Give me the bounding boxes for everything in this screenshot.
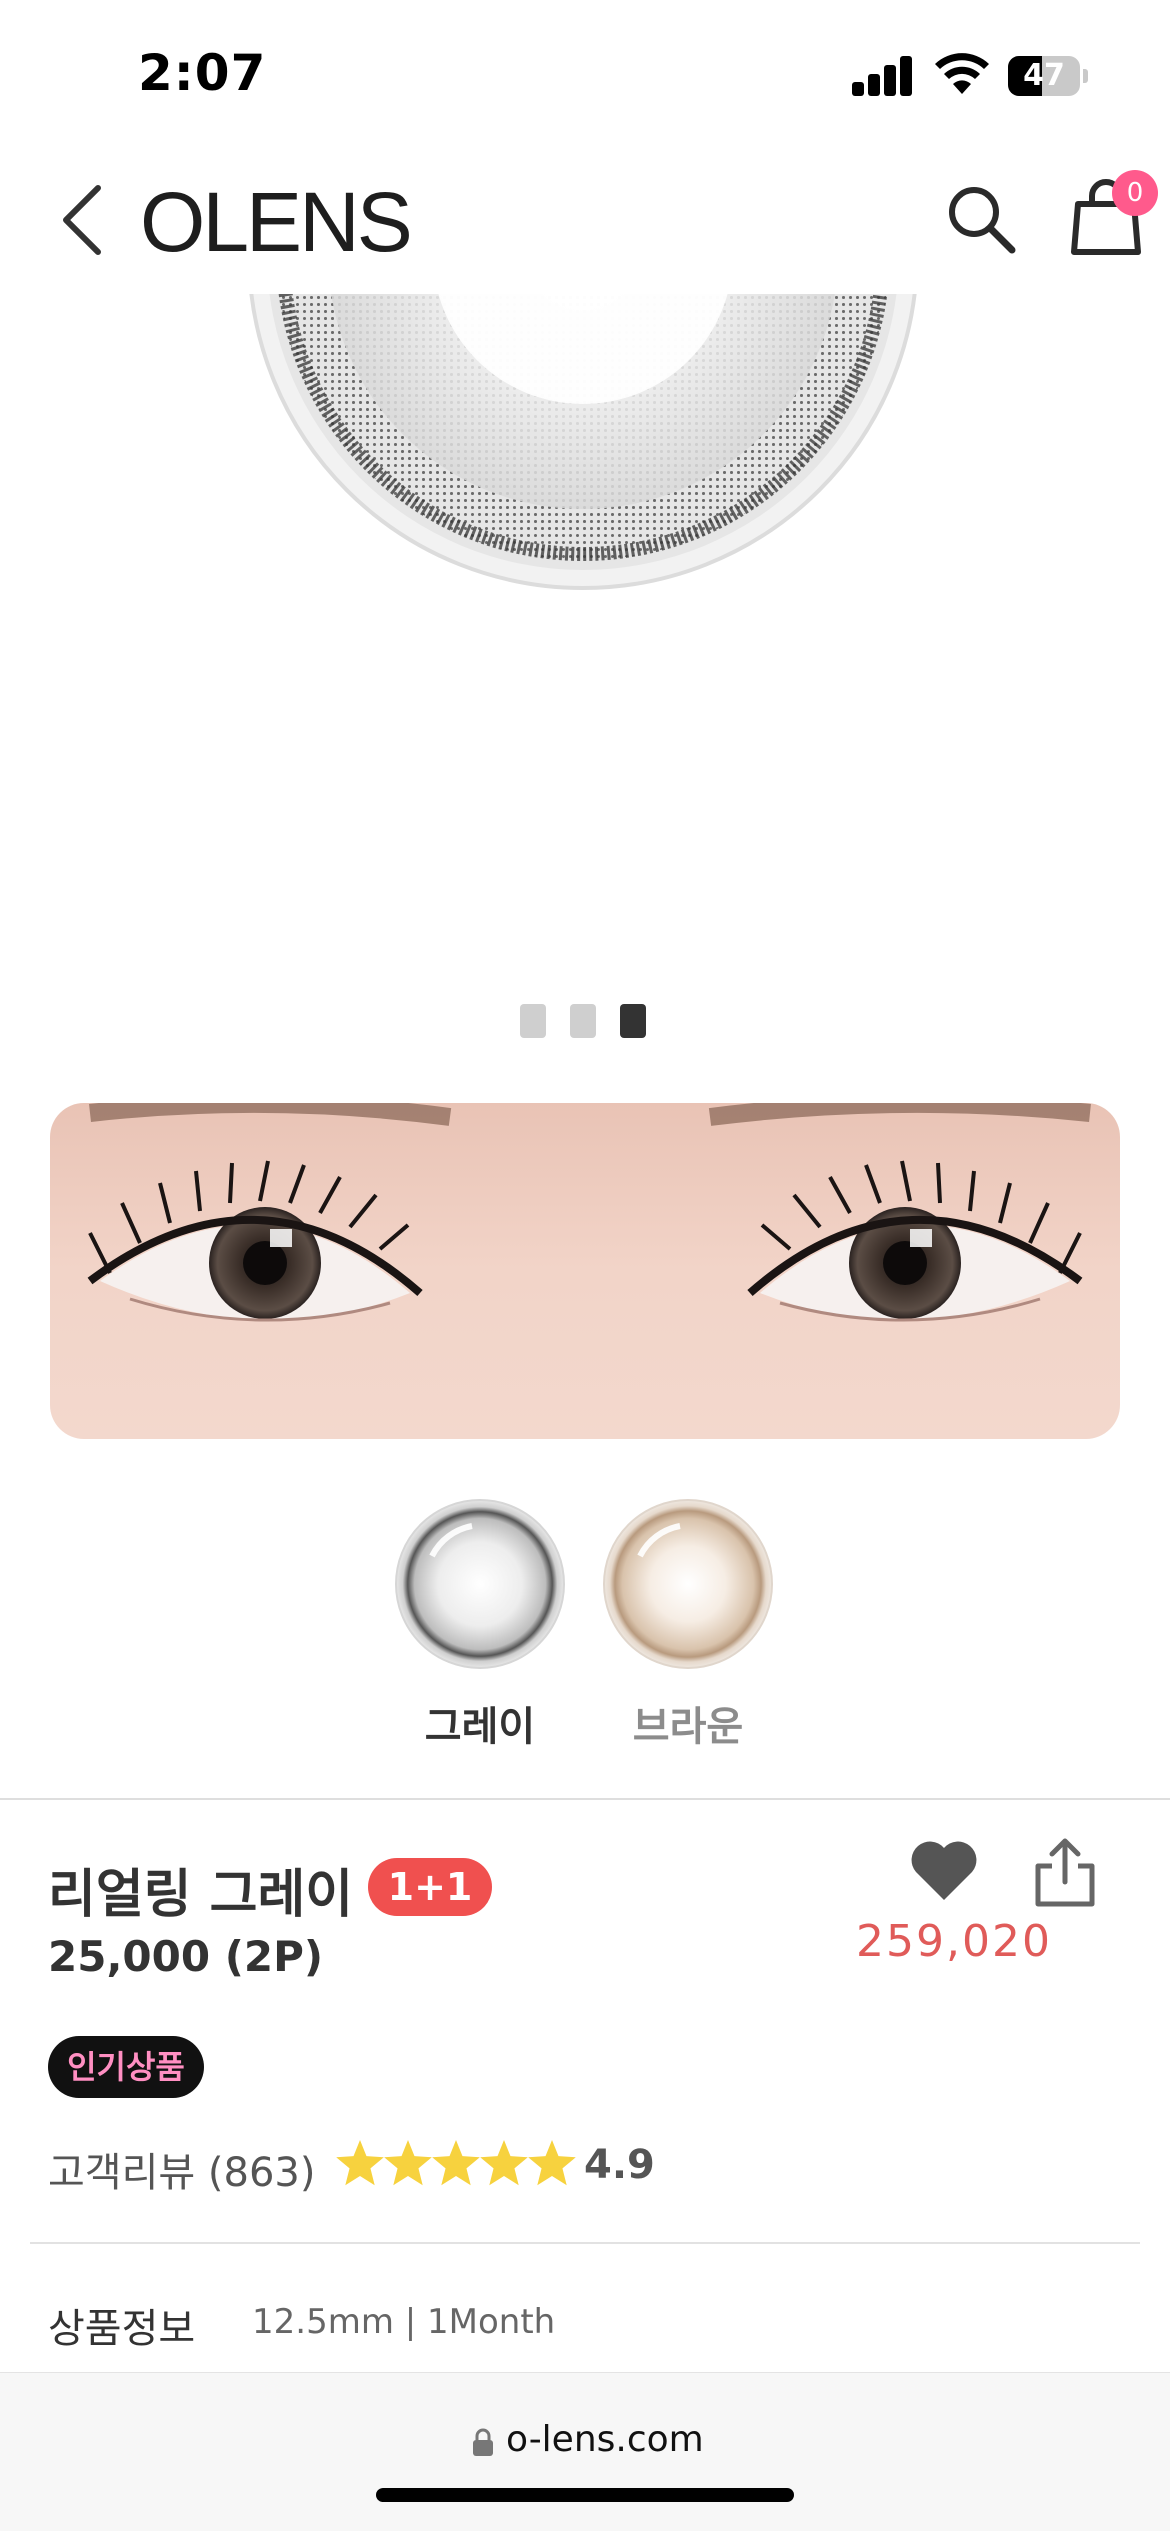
section-divider (0, 1798, 1170, 1800)
lens-hero-image[interactable] (0, 294, 1170, 980)
product-name: 리얼링 그레이 (48, 1865, 354, 1925)
gallery-dot-1[interactable] (520, 1004, 546, 1038)
product-info-value: 12.5mm | 1Month (252, 2302, 556, 2342)
battery-level: 47 (1023, 58, 1065, 93)
star-icon (480, 2140, 528, 2186)
gallery-dot-3[interactable] (620, 1004, 646, 1038)
status-time: 2:07 (138, 44, 267, 102)
heart-icon[interactable] (908, 1836, 980, 1904)
info-divider (30, 2242, 1140, 2244)
gallery-dot-2[interactable] (570, 1004, 596, 1038)
star-icon (528, 2140, 576, 2186)
customer-review-link[interactable]: 고객리뷰 (863) (48, 2140, 315, 2198)
lock-icon (473, 2428, 493, 2456)
like-count: 259,020 (856, 1916, 1052, 1967)
product-info-label: 상품정보 (48, 2306, 196, 2352)
color-option-brown[interactable]: 브라운 (600, 1496, 776, 1752)
product-price: 25,000 (2P) (48, 1932, 324, 1981)
app-header: OLENS 0 (0, 150, 1170, 294)
url-text[interactable]: o-lens.com (506, 2419, 704, 2460)
eyes-image (50, 1103, 1120, 1439)
rating-value: 4.9 (584, 2142, 655, 2188)
star-icon (336, 2140, 384, 2186)
popular-product-tag: 인기상품 (48, 2036, 204, 2098)
gallery-pagination (520, 1004, 650, 1040)
color-option-gray[interactable]: 그레이 (392, 1496, 568, 1752)
battery-icon: 47 (1008, 56, 1088, 96)
status-bar: 2:07 47 (0, 0, 1170, 150)
brown-lens-thumbnail (603, 1499, 773, 1669)
color-label-gray: 그레이 (424, 1704, 536, 1750)
browser-url-bar[interactable]: o-lens.com (0, 2372, 1170, 2531)
search-icon[interactable] (942, 180, 1018, 256)
promo-badge: 1+1 (368, 1858, 492, 1916)
lens-closeup-image (249, 294, 917, 590)
chevron-left-icon[interactable] (54, 180, 110, 260)
share-icon[interactable] (1030, 1836, 1100, 1908)
star-rating-icon (336, 2140, 576, 2186)
gray-lens-thumbnail (395, 1499, 565, 1669)
wifi-icon (935, 53, 989, 94)
cellular-signal-icon (852, 56, 914, 96)
model-eyes-photo[interactable] (50, 1103, 1120, 1439)
brand-logo[interactable]: OLENS (140, 174, 413, 271)
star-icon (384, 2140, 432, 2186)
color-label-brown: 브라운 (632, 1704, 744, 1750)
star-icon (432, 2140, 480, 2186)
home-indicator (376, 2488, 794, 2502)
cart-count-badge: 0 (1112, 170, 1158, 216)
